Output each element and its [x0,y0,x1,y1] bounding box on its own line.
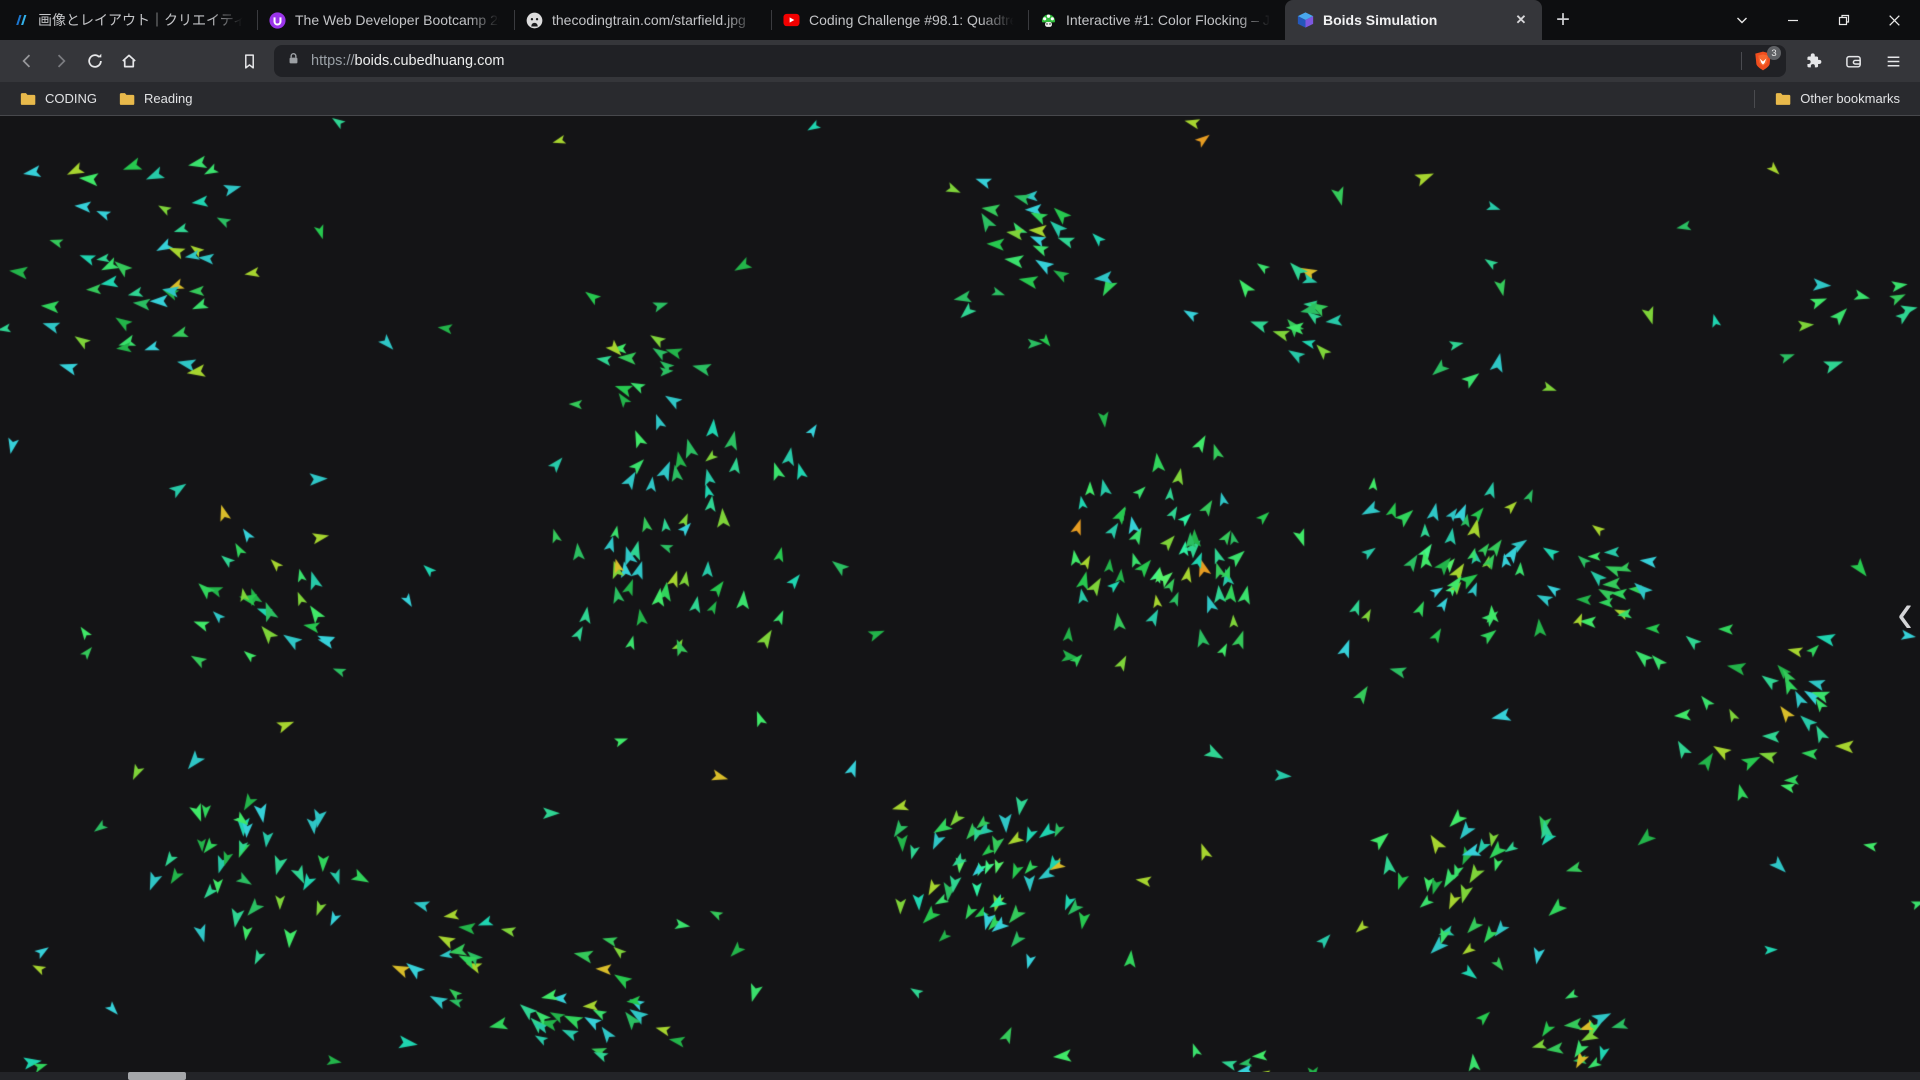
tab-separator [771,10,772,30]
other-bookmarks-label: Other bookmarks [1800,91,1900,106]
url-host: boids.cubedhuang.com [354,53,505,69]
tab-search-chevron-icon[interactable] [1716,0,1767,40]
tab-color-flocking[interactable]: Interactive #1: Color Flocking – Je [1028,0,1285,40]
forward-button[interactable] [44,44,78,78]
address-bar[interactable]: https://boids.cubedhuang.com 3 [274,45,1786,77]
reload-button[interactable] [78,44,112,78]
folder-icon [1776,92,1791,105]
lock-icon [286,51,301,71]
tab-title: Coding Challenge #98.1: Quadtre [809,12,1018,28]
tab-youtube-quadtree[interactable]: Coding Challenge #98.1: Quadtre [771,0,1028,40]
tab-codingtrain-starfield[interactable]: thecodingtrain.com/starfield.jpg [514,0,771,40]
bookmark-folder-coding[interactable]: CODING [12,87,105,110]
tab-udemy-bootcamp[interactable]: The Web Developer Bootcamp 20 [257,0,514,40]
tab-boids-simulation[interactable]: Boids Simulation ✕ [1285,0,1542,40]
url-scheme: https:// [311,53,355,69]
tab-strip: 画像とレイアウト｜クリエイティブコーデ The Web Developer Bo… [0,0,1920,40]
tab-title: Interactive #1: Color Flocking – Je [1066,12,1275,28]
bookmark-folder-reading[interactable]: Reading [111,87,200,110]
close-tab-icon[interactable]: ✕ [1510,9,1532,31]
udemy-logo-icon [269,11,286,29]
cube-logo-icon [1297,12,1314,29]
window-close-button[interactable] [1869,0,1920,40]
slashes-logo-icon [12,12,29,29]
folder-icon [119,92,135,105]
other-bookmarks-folder[interactable]: Other bookmarks [1767,87,1908,110]
tab-creative-coding[interactable]: 画像とレイアウト｜クリエイティブコーデ [0,0,257,40]
toolbar-icons [1796,44,1910,78]
shield-counter-badge: 3 [1767,46,1781,60]
tab-separator [1028,10,1029,30]
bookmark-icon[interactable] [232,44,266,78]
url-text: https://boids.cubedhuang.com [311,53,504,69]
home-button[interactable] [112,44,146,78]
bookmark-label: Reading [144,91,193,106]
brave-shield-icon[interactable]: 3 [1752,46,1781,72]
github-logo-icon [526,12,543,29]
navigation-toolbar: https://boids.cubedhuang.com 3 [0,40,1920,82]
bookmark-label: CODING [45,91,97,106]
minimize-button[interactable] [1767,0,1818,40]
extensions-puzzle-icon[interactable] [1796,44,1830,78]
back-button[interactable] [10,44,44,78]
new-tab-button[interactable]: + [1546,3,1580,37]
tab-title: The Web Developer Bootcamp 20 [295,12,504,28]
tab-title: thecodingtrain.com/starfield.jpg [552,12,746,28]
folder-icon [20,92,36,105]
tab-title: Boids Simulation [1323,12,1438,28]
tab-separator [514,10,515,30]
horizontal-scrollbar[interactable] [0,1072,1920,1080]
horizontal-scrollbar-thumb[interactable] [128,1072,186,1080]
maximize-restore-button[interactable] [1818,0,1869,40]
browser-window: 画像とレイアウト｜クリエイティブコーデ The Web Developer Bo… [0,0,1920,1080]
mushroom-logo-icon [1040,12,1057,29]
youtube-logo-icon [783,12,800,29]
tabstrip-spacer [1580,0,1716,40]
settings-panel-toggle-chevron[interactable]: ‹ [1890,577,1920,647]
urlbar-separator [1741,52,1742,70]
bookmarks-separator [1754,89,1756,108]
boids-canvas[interactable] [0,116,1920,1080]
tab-separator [257,10,258,30]
bookmarks-bar: CODING Reading Other bookmarks [0,82,1920,116]
wallet-icon[interactable] [1836,44,1870,78]
tab-title: 画像とレイアウト｜クリエイティブコーデ [38,12,247,28]
page-content: ‹ [0,116,1920,1080]
menu-hamburger-icon[interactable] [1876,44,1910,78]
